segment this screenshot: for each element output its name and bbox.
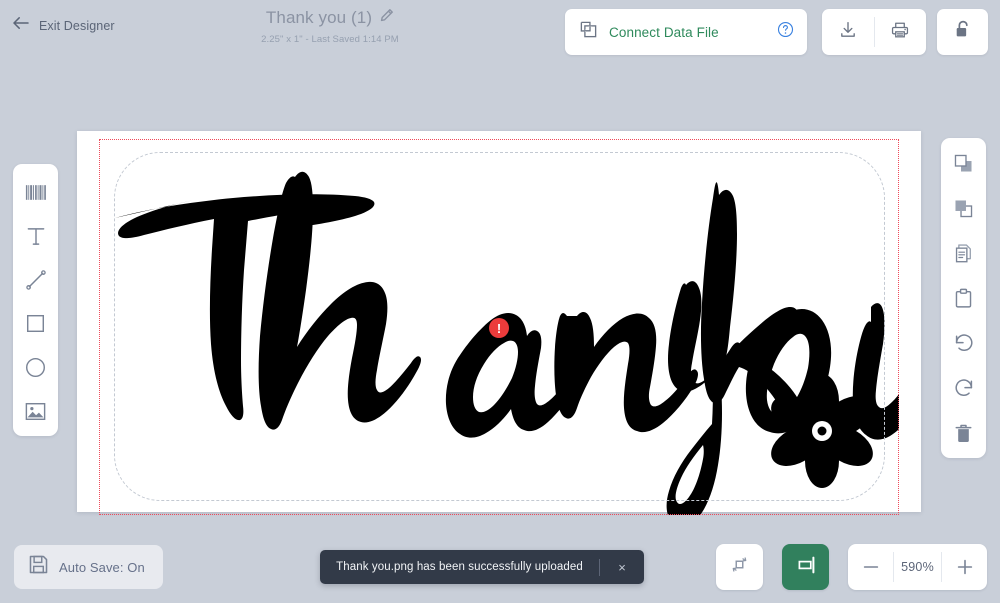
pencil-icon[interactable] [379, 8, 394, 28]
zoom-level-value[interactable]: 590% [894, 560, 941, 574]
question-circle-icon[interactable] [777, 21, 794, 43]
bring-to-front-button[interactable] [941, 144, 986, 189]
undo-button[interactable] [941, 323, 986, 368]
warning-exclamation-glyph: ! [496, 320, 502, 336]
document-title-group: Thank you (1) 2.25" x 1" - Last Saved 1:… [0, 8, 660, 45]
redo-button[interactable] [941, 368, 986, 413]
download-button[interactable] [822, 9, 874, 55]
align-button[interactable] [782, 544, 829, 590]
copy-button[interactable] [941, 234, 986, 279]
save-floppy-icon [28, 554, 49, 580]
transform-button[interactable] [716, 544, 763, 590]
undo-icon [953, 332, 975, 359]
circle-icon [25, 357, 46, 383]
connect-link-icon [579, 20, 598, 44]
line-icon [25, 269, 47, 296]
connect-data-file-button[interactable]: Connect Data File [565, 9, 807, 55]
autosave-label: Auto Save: On [59, 559, 145, 575]
toast-close-button[interactable]: × [600, 550, 644, 584]
connect-data-file-label: Connect Data File [609, 24, 719, 40]
export-button-group [822, 9, 926, 55]
image-resolution-warning-badge[interactable]: ! [489, 318, 509, 338]
zoom-control-group: 590% [848, 544, 987, 590]
document-title-text: Thank you (1) [265, 8, 373, 27]
rotate-transform-icon [728, 553, 751, 581]
tool-ellipse[interactable] [13, 348, 58, 392]
send-to-back-icon [953, 198, 974, 224]
align-right-icon [795, 554, 817, 581]
lock-button[interactable] [937, 9, 988, 55]
paste-button[interactable] [941, 279, 986, 324]
zoom-in-button[interactable] [942, 544, 987, 590]
trash-icon [954, 423, 973, 449]
text-t-icon [26, 226, 46, 252]
redo-icon [953, 377, 975, 404]
document-subtitle: 2.25" x 1" - Last Saved 1:14 PM [261, 34, 399, 45]
autosave-toggle[interactable]: Auto Save: On [14, 545, 163, 589]
download-icon [838, 20, 858, 45]
left-toolbar [13, 164, 58, 436]
send-to-back-button[interactable] [941, 189, 986, 234]
right-toolbar [941, 138, 986, 458]
print-button[interactable] [874, 9, 926, 55]
image-icon [25, 402, 46, 426]
tool-line[interactable] [13, 261, 58, 305]
unlock-icon [953, 19, 973, 45]
clipboard-icon [954, 288, 973, 314]
delete-button[interactable] [941, 413, 986, 458]
toast-message: Thank you.png has been successfully uplo… [336, 561, 583, 573]
bring-to-front-icon [953, 153, 974, 179]
tool-text[interactable] [13, 217, 58, 261]
tool-barcode[interactable] [13, 173, 58, 217]
barcode-icon [25, 184, 47, 206]
page-title[interactable]: Thank you (1) [266, 8, 394, 28]
tool-image[interactable] [13, 392, 58, 436]
printer-icon [890, 20, 910, 45]
copy-icon [954, 243, 974, 269]
upload-toast: Thank you.png has been successfully uplo… [320, 550, 644, 584]
tool-rectangle[interactable] [13, 304, 58, 348]
rectangle-icon [26, 314, 45, 338]
zoom-out-button[interactable] [848, 544, 893, 590]
top-bar: Exit Designer Thank you (1) 2.25" x 1" -… [0, 0, 1000, 65]
